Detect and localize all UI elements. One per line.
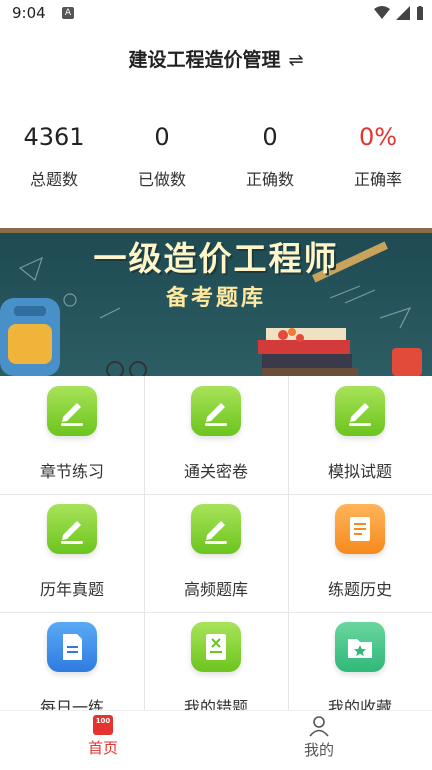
menu-my-mistakes[interactable]: 我的错题 [144,612,288,710]
home-icon: 100 [93,715,113,735]
menu-my-favorites[interactable]: 我的收藏 [288,612,432,710]
stat-total-label: 总题数 [29,170,78,189]
menu-chapter-practice[interactable]: 章节练习 [0,376,144,494]
status-bar: 9:04 A [0,0,432,30]
banner-title: 一级造价工程师 [93,239,339,278]
menu-mock-exam[interactable]: 模拟试题 [288,376,432,494]
menu-label: 章节练习 [39,462,104,481]
menu-pass-papers[interactable]: 通关密卷 [144,376,288,494]
stat-done-label: 已做数 [137,170,186,189]
menu-grid: 章节练习 通关密卷 模拟试题 历年真题 高频题库 练题历史 每日一练 我的错题 … [0,376,432,710]
stat-rate-label: 正确率 [353,170,402,189]
switch-icon[interactable]: ⇌ [288,50,303,71]
tab-mine[interactable]: 我的 [259,715,379,760]
status-time: 9:04 [12,4,46,22]
menu-label: 模拟试题 [327,462,392,481]
menu-high-frequency[interactable]: 高频题库 [144,494,288,612]
stat-total: 4361 总题数 [0,120,108,190]
battery-icon [417,6,423,20]
user-icon [309,716,329,737]
stat-correct: 0 正确数 [216,120,324,190]
stat-done: 0 已做数 [108,120,216,190]
pencil-icon [47,386,97,436]
menu-label: 练题历史 [327,580,392,599]
star-folder-icon [335,622,385,672]
stats-row: 4361 总题数 0 已做数 0 正确数 0% 正确率 [0,120,432,190]
pencil-icon [191,386,241,436]
tab-home[interactable]: 100 首页 [43,715,163,758]
tab-home-label: 首页 [87,739,118,757]
menu-daily-practice[interactable]: 每日一练 [0,612,144,710]
menu-label: 历年真题 [39,580,104,599]
promo-banner[interactable]: 一级造价工程师 备考题库 [0,228,432,376]
stat-rate-value: 0% [358,123,398,151]
wrong-book-icon [191,622,241,672]
pencil-icon [47,504,97,554]
menu-label: 高频题库 [183,580,248,599]
signal-icon [396,6,410,20]
pencil-icon [335,386,385,436]
menu-label: 我的错题 [183,698,248,710]
bottom-tab-bar: 100 首页 我的 [0,710,432,770]
stat-correct-value: 0 [262,123,278,151]
pencil-icon [191,504,241,554]
notification-badge: A [62,7,74,19]
wifi-icon [374,6,390,19]
tab-mine-label: 我的 [303,741,334,759]
menu-label: 通关密卷 [183,462,248,481]
document-icon [47,622,97,672]
stat-done-value: 0 [154,123,170,151]
menu-label: 我的收藏 [327,698,392,710]
scroll-icon [335,504,385,554]
menu-practice-history[interactable]: 练题历史 [288,494,432,612]
page-title-text: 建设工程造价管理 [128,49,281,71]
menu-past-exams[interactable]: 历年真题 [0,494,144,612]
stat-correct-label: 正确数 [245,170,294,189]
stat-rate: 0% 正确率 [324,120,432,190]
banner-subtitle: 备考题库 [165,286,266,311]
page-title[interactable]: 建设工程造价管理 ⇌ [0,45,432,72]
menu-label: 每日一练 [39,698,104,710]
stat-total-value: 4361 [23,123,85,151]
home-icon-badge: 100 [95,717,111,725]
